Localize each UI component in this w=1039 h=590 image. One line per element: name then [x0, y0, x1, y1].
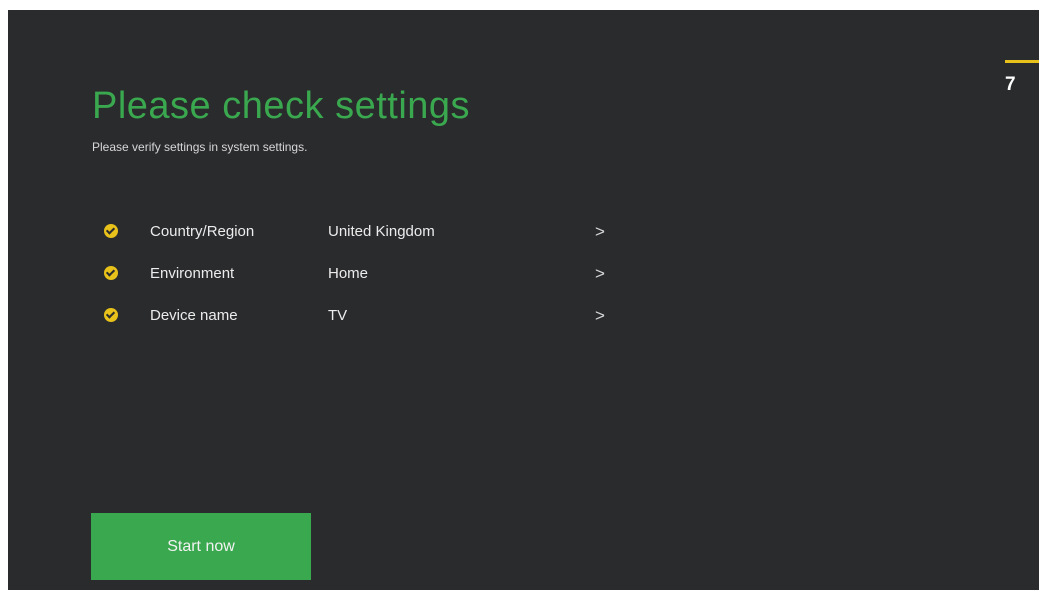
- settings-list: Country/Region United Kingdom > Environm…: [104, 210, 624, 336]
- setting-value: United Kingdom: [328, 222, 435, 240]
- check-circle-icon: [104, 224, 118, 238]
- page-subtitle: Please verify settings in system setting…: [92, 140, 308, 154]
- setting-value: TV: [328, 306, 348, 324]
- chevron-right-icon: >: [595, 221, 605, 241]
- setting-label: Environment: [150, 264, 235, 282]
- check-circle-icon: [104, 266, 118, 280]
- setting-row-country-region[interactable]: Country/Region United Kingdom >: [104, 210, 624, 252]
- setting-label: Country/Region: [150, 222, 255, 240]
- setting-row-environment[interactable]: Environment Home >: [104, 252, 624, 294]
- setting-value: Home: [328, 264, 369, 282]
- setting-label: Device name: [150, 306, 238, 324]
- setting-row-device-name[interactable]: Device name TV >: [104, 294, 624, 336]
- chevron-right-icon: >: [595, 263, 605, 283]
- setup-screen: 7 Please check settings Please verify se…: [8, 10, 1039, 590]
- check-circle-icon: [104, 308, 118, 322]
- start-now-button[interactable]: Start now: [91, 513, 311, 580]
- chevron-right-icon: >: [595, 305, 605, 325]
- step-progress-indicator: [1005, 60, 1039, 63]
- step-number: 7: [1005, 74, 1016, 95]
- page-title: Please check settings: [92, 85, 471, 127]
